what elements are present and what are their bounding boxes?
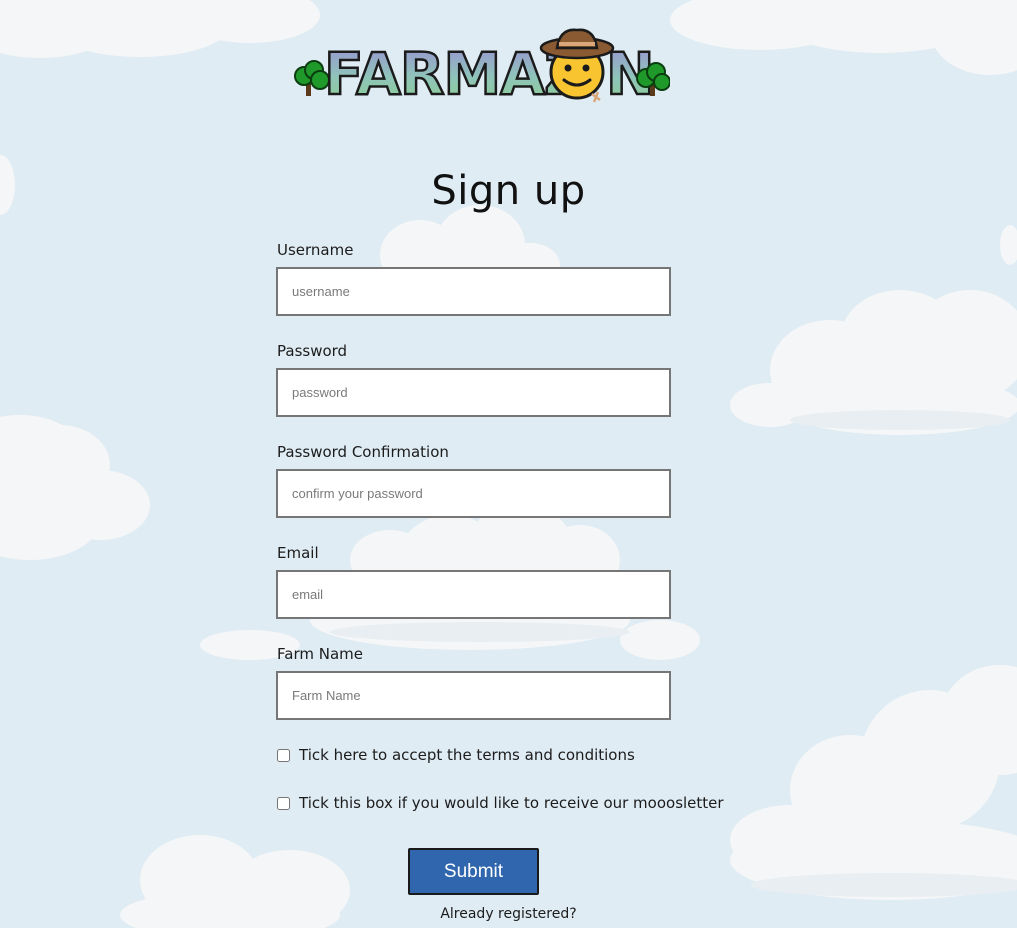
password-label: Password: [277, 342, 348, 360]
farm-name-input[interactable]: [276, 671, 671, 720]
farmazon-logo: FARMAZ N: [294, 28, 670, 108]
terms-checkbox[interactable]: [277, 748, 290, 762]
password-confirmation-input[interactable]: [276, 469, 671, 518]
submit-button[interactable]: Submit: [408, 848, 539, 895]
username-label: Username: [277, 241, 354, 259]
newsletter-row: Tick this box if you would like to recei…: [276, 794, 724, 812]
sky-clouds-background: [0, 0, 1017, 928]
terms-label: Tick here to accept the terms and condit…: [299, 746, 635, 764]
email-label: Email: [277, 544, 319, 562]
password-input[interactable]: [276, 368, 671, 417]
farm-name-label: Farm Name: [277, 645, 363, 663]
already-registered-link[interactable]: Already registered?: [0, 906, 1017, 922]
page-title: Sign up: [431, 168, 586, 214]
newsletter-checkbox[interactable]: [277, 796, 290, 810]
email-input[interactable]: [276, 570, 671, 619]
newsletter-label: Tick this box if you would like to recei…: [299, 794, 724, 812]
terms-row: Tick here to accept the terms and condit…: [276, 746, 635, 764]
username-input[interactable]: [276, 267, 671, 316]
password-confirmation-label: Password Confirmation: [277, 443, 449, 461]
